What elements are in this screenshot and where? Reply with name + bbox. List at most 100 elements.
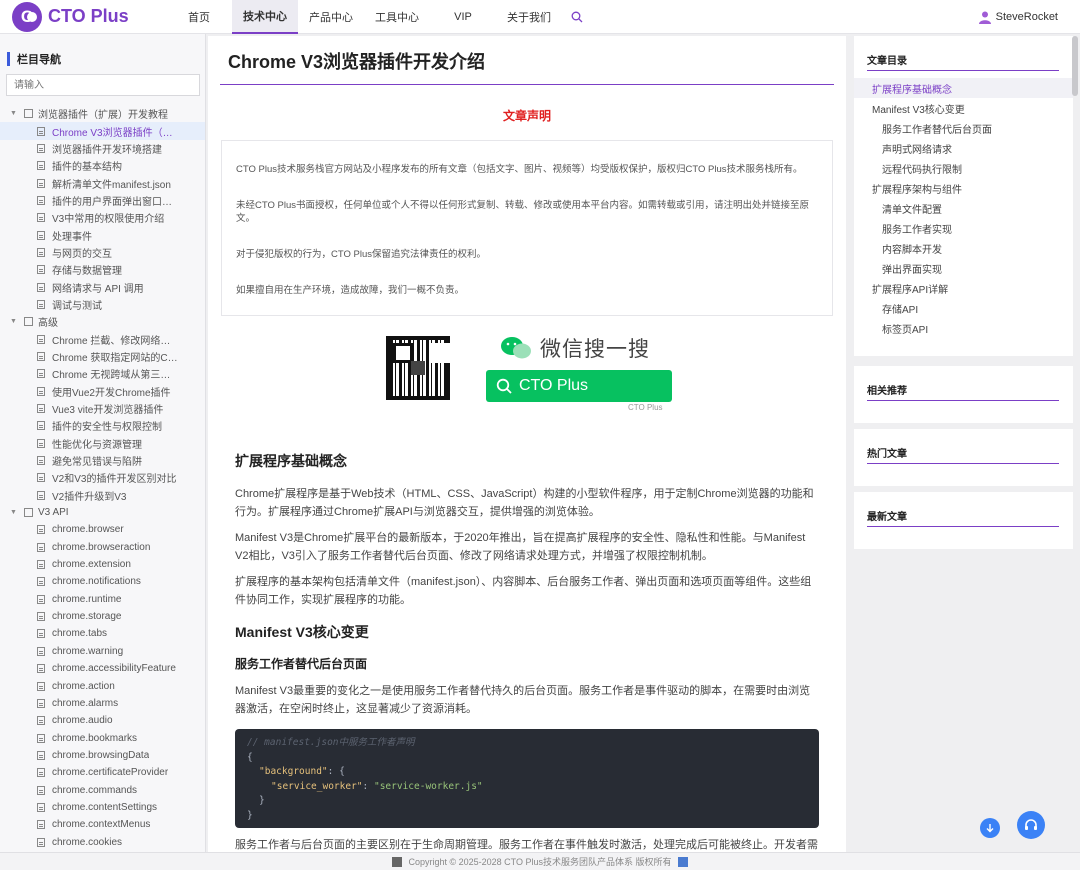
tree-item[interactable]: 插件的安全性与权限控制	[0, 417, 205, 434]
tree-item[interactable]: chrome.browsingData	[0, 747, 205, 764]
tree-item[interactable]: chrome.alarms	[0, 695, 205, 712]
tree-item[interactable]: Chrome 无视跨域从第三方获取数据	[0, 365, 205, 382]
tree-item[interactable]: chrome.action	[0, 677, 205, 694]
toc-item[interactable]: 存储API	[854, 298, 1073, 318]
toc-item[interactable]: 标签页API	[854, 318, 1073, 338]
tree-item-label: chrome.contentSettings	[52, 801, 158, 813]
folder-icon	[24, 109, 33, 119]
wechat-search-box[interactable]: CTO Plus	[486, 370, 672, 402]
tree-item-label: chrome.browser	[52, 524, 124, 536]
toc-item[interactable]: 远程代码执行限制	[854, 158, 1073, 178]
toc-item[interactable]: 扩展程序基础概念	[854, 78, 1073, 98]
document-icon	[37, 785, 45, 795]
tree-item[interactable]: chrome.cookies	[0, 833, 205, 850]
related-card: 相关推荐	[854, 366, 1073, 423]
wechat-search-query: CTO Plus	[519, 377, 589, 394]
tree-item[interactable]: chrome.browser	[0, 521, 205, 538]
document-icon	[37, 542, 45, 552]
tree-group[interactable]: ▼ 浏览器插件（扩展）开发教程	[0, 105, 205, 122]
tree-item-label: 插件的安全性与权限控制	[52, 422, 162, 434]
tree-group[interactable]: ▼ V3 API	[0, 504, 205, 521]
tree-item[interactable]: V2和V3的插件开发区别对比	[0, 469, 205, 486]
toc-item[interactable]: 服务工作者实现	[854, 218, 1073, 238]
tree-item[interactable]: Chrome 拦截、修改网络请求	[0, 330, 205, 347]
tree-item[interactable]: 性能优化与资源管理	[0, 435, 205, 452]
tree-item[interactable]: chrome.storage	[0, 608, 205, 625]
document-icon	[37, 247, 45, 257]
tree-item[interactable]: 网络请求与 API 调用	[0, 278, 205, 295]
nav-item[interactable]: VIP	[430, 0, 496, 34]
tree-item[interactable]: 处理事件	[0, 226, 205, 243]
tree-item[interactable]: 调试与测试	[0, 296, 205, 313]
tree-item-label: 插件的用户界面弹出窗口（popup）	[52, 196, 180, 208]
tree-item-label: chrome.storage	[52, 611, 122, 623]
toc-item[interactable]: Manifest V3核心变更	[854, 98, 1073, 118]
headset-icon	[1025, 819, 1037, 830]
caret-down-icon: ▼	[10, 318, 17, 326]
wechat-watermark: CTO Plus	[628, 403, 663, 412]
tree-item[interactable]: chrome.audio	[0, 712, 205, 729]
tree-item[interactable]: 存储与数据管理	[0, 261, 205, 278]
sidebar-header: 栏目导航	[0, 34, 205, 68]
tree-item[interactable]: V3中常用的权限使用介绍	[0, 209, 205, 226]
toc-item[interactable]: 清单文件配置	[854, 198, 1073, 218]
tree-item[interactable]: 浏览器插件开发环境搭建	[0, 140, 205, 157]
nav-item[interactable]: 工具中心	[364, 0, 430, 34]
toc-item[interactable]: 扩展程序架构与组件	[854, 178, 1073, 198]
tree-item[interactable]: chrome.extension	[0, 556, 205, 573]
tree-item[interactable]: chrome.notifications	[0, 573, 205, 590]
tree-item-label: 浏览器插件开发环境搭建	[52, 144, 162, 156]
tree-item[interactable]: chrome.contentSettings	[0, 799, 205, 816]
document-icon	[37, 733, 45, 743]
tree-item-label: 避免常见错误与陷阱	[52, 457, 142, 469]
sidebar-search-input[interactable]	[6, 74, 200, 96]
tree-item[interactable]: chrome.tabs	[0, 625, 205, 642]
tree-item[interactable]: V2插件升级到V3	[0, 487, 205, 504]
page-scrollbar[interactable]	[1072, 36, 1078, 96]
tree-item[interactable]: 使用Vue2开发Chrome插件	[0, 383, 205, 400]
tree-item[interactable]: chrome.bookmarks	[0, 729, 205, 746]
tree-item[interactable]: chrome.accessibilityFeature	[0, 660, 205, 677]
toc-item[interactable]: 声明式网络请求	[854, 138, 1073, 158]
tree-item[interactable]: Vue3 vite开发浏览器插件	[0, 400, 205, 417]
support-button[interactable]	[1017, 811, 1045, 839]
toc-item[interactable]: 服务工作者替代后台页面	[854, 118, 1073, 138]
tree-item[interactable]: Chrome V3浏览器插件（扩展）开发介绍	[0, 122, 205, 140]
tree-item[interactable]: 避免常见错误与陷阱	[0, 452, 205, 469]
tree-item-label: 与网页的交互	[52, 248, 112, 260]
scroll-down-button[interactable]	[980, 818, 1000, 838]
tree-item[interactable]: chrome.warning	[0, 643, 205, 660]
search-icon[interactable]	[562, 0, 592, 34]
tree-item[interactable]: chrome.commands	[0, 781, 205, 798]
toc-item[interactable]: 弹出界面实现	[854, 258, 1073, 278]
document-icon	[37, 594, 45, 604]
nav-item[interactable]: 技术中心	[232, 0, 298, 34]
tree-item[interactable]: 与网页的交互	[0, 244, 205, 261]
declaration-title: 文章声明	[502, 109, 551, 123]
toc-card: 文章目录 扩展程序基础概念 Manifest V3核心变更 服务工作者替代后台页面声…	[854, 36, 1073, 356]
username: SteveRocket	[995, 11, 1058, 23]
document-icon	[37, 698, 45, 708]
document-icon	[37, 681, 45, 691]
tree-group[interactable]: ▼ 高级	[0, 313, 205, 330]
tree-item-label: chrome.audio	[52, 715, 113, 727]
user-menu[interactable]: SteveRocket	[978, 0, 1058, 34]
tree-item[interactable]: 插件的基本结构	[0, 157, 205, 174]
document-icon	[37, 299, 45, 309]
tree-item[interactable]: chrome.certificateProvider	[0, 764, 205, 781]
tree-item[interactable]: 解析清单文件manifest.json	[0, 174, 205, 191]
nav-item[interactable]: 产品中心	[298, 0, 364, 34]
tree-item[interactable]: Chrome 获取指定网站的Cookie	[0, 348, 205, 365]
toc-item[interactable]: 扩展程序API详解	[854, 278, 1073, 298]
tree-item[interactable]: chrome.browseraction	[0, 539, 205, 556]
nav-item[interactable]: 关于我们	[496, 0, 562, 34]
tree-item[interactable]: chrome.runtime	[0, 591, 205, 608]
nav-item[interactable]: 首页	[166, 0, 232, 34]
tree-item-label: 处理事件	[52, 231, 92, 243]
site-logo[interactable]: C CTO Plus	[12, 1, 152, 32]
toc-item[interactable]: 内容脚本开发	[854, 238, 1073, 258]
tree-item[interactable]: chrome.contextMenus	[0, 816, 205, 833]
code-line: }	[247, 809, 253, 821]
tree-item[interactable]: 插件的用户界面弹出窗口（popup）	[0, 192, 205, 209]
tree-item-label: V2插件升级到V3	[52, 491, 127, 503]
